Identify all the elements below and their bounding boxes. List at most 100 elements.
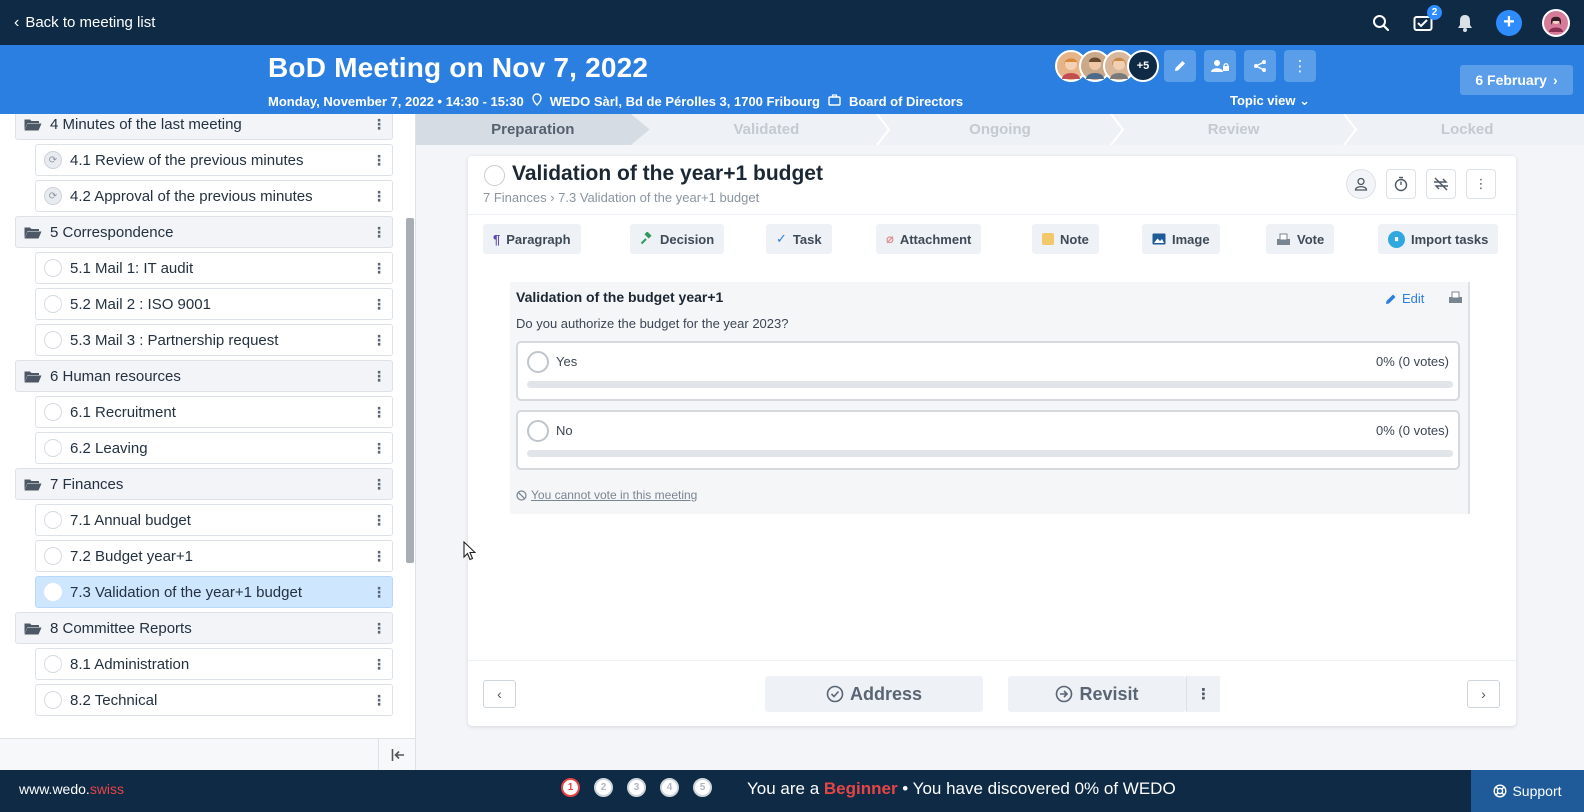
topic-status-checkbox[interactable] bbox=[44, 259, 62, 277]
row-more-icon[interactable]: ⋮ bbox=[366, 116, 392, 133]
vote-option-no[interactable]: No 0% (0 votes) bbox=[516, 410, 1460, 470]
vote-option-radio[interactable] bbox=[527, 420, 549, 442]
row-more-icon[interactable]: ⋮ bbox=[366, 476, 392, 493]
row-more-icon[interactable]: ⋮ bbox=[366, 440, 392, 457]
edit-vote-link[interactable]: Edit bbox=[1385, 291, 1424, 306]
add-note-button[interactable]: Note bbox=[1032, 224, 1099, 254]
row-more-icon[interactable]: ⋮ bbox=[366, 296, 392, 313]
bell-icon[interactable] bbox=[1454, 12, 1476, 34]
vote-option-yes[interactable]: Yes 0% (0 votes) bbox=[516, 341, 1460, 401]
row-more-icon[interactable]: ⋮ bbox=[366, 188, 392, 205]
sidebar-topic-item[interactable]: 8.1 Administration ⋮ bbox=[35, 648, 393, 680]
inbox-tasks-icon[interactable]: 2 bbox=[1412, 4, 1442, 34]
sync-status-icon[interactable]: ⟳ bbox=[44, 187, 62, 205]
sidebar-section[interactable]: 5 Correspondence ⋮ bbox=[15, 216, 393, 248]
address-button[interactable]: Address bbox=[765, 676, 983, 712]
next-topic-button[interactable]: › bbox=[1467, 680, 1500, 708]
sidebar-section[interactable]: 8 Committee Reports ⋮ bbox=[15, 612, 393, 644]
revisit-more-button[interactable]: ⋮ bbox=[1186, 676, 1220, 712]
onboarding-step[interactable]: 2 bbox=[594, 778, 613, 797]
topic-status-checkbox[interactable] bbox=[44, 439, 62, 457]
sidebar-section[interactable]: 6 Human resources ⋮ bbox=[15, 360, 393, 392]
sidebar-topic-item[interactable]: ⟳ 4.1 Review of the previous minutes ⋮ bbox=[35, 144, 393, 176]
sidebar-topic-item[interactable]: 8.2 Technical ⋮ bbox=[35, 684, 393, 716]
sidebar-topic-item[interactable]: 6.1 Recruitment ⋮ bbox=[35, 396, 393, 428]
next-meeting-button[interactable]: 6 February › bbox=[1460, 65, 1573, 95]
row-more-icon[interactable]: ⋮ bbox=[366, 332, 392, 349]
topic-status-checkbox[interactable] bbox=[44, 403, 62, 421]
sidebar-section[interactable]: 7 Finances ⋮ bbox=[15, 468, 393, 500]
sidebar-scrollbar[interactable] bbox=[406, 218, 414, 563]
user-avatar[interactable] bbox=[1542, 8, 1570, 37]
sync-status-icon[interactable]: ⟳ bbox=[44, 151, 62, 169]
row-more-icon[interactable]: ⋮ bbox=[366, 656, 392, 673]
more-attendees-counter[interactable]: +5 bbox=[1127, 50, 1159, 82]
row-more-icon[interactable]: ⋮ bbox=[366, 152, 392, 169]
row-more-icon[interactable]: ⋮ bbox=[366, 404, 392, 421]
sidebar-topic-item[interactable]: ⟳ 4.2 Approval of the previous minutes ⋮ bbox=[35, 180, 393, 212]
row-more-icon[interactable]: ⋮ bbox=[366, 548, 392, 565]
sidebar-topic-item[interactable]: 7.2 Budget year+1 ⋮ bbox=[35, 540, 393, 572]
topic-status-checkbox[interactable] bbox=[44, 691, 62, 709]
topic-more-button[interactable]: ⋮ bbox=[1466, 169, 1496, 199]
add-vote-button[interactable]: Vote bbox=[1266, 224, 1335, 254]
sidebar-topic-item[interactable]: 7.1 Annual budget ⋮ bbox=[35, 504, 393, 536]
meeting-more-button[interactable]: ⋮ bbox=[1284, 50, 1316, 82]
previous-topic-button[interactable]: ‹ bbox=[483, 680, 516, 708]
onboarding-step[interactable]: 4 bbox=[660, 778, 679, 797]
row-more-icon[interactable]: ⋮ bbox=[366, 224, 392, 241]
add-image-button[interactable]: Image bbox=[1142, 224, 1220, 254]
onboarding-step[interactable]: 3 bbox=[627, 778, 646, 797]
topic-view-dropdown[interactable]: Topic view ⌄ bbox=[1230, 93, 1310, 109]
sidebar-topic-item[interactable]: 5.2 Mail 2 : ISO 9001 ⋮ bbox=[35, 288, 393, 320]
row-more-icon[interactable]: ⋮ bbox=[366, 260, 392, 277]
vote-option-radio[interactable] bbox=[527, 351, 549, 373]
add-task-button[interactable]: ✓ Task bbox=[766, 224, 832, 254]
topic-status-checkbox[interactable] bbox=[44, 655, 62, 673]
topic-status-checkbox[interactable] bbox=[44, 547, 62, 565]
status-step-locked[interactable]: Locked bbox=[1350, 114, 1584, 145]
topic-done-checkbox[interactable] bbox=[484, 165, 505, 186]
sidebar-section[interactable]: 4 Minutes of the last meeting ⋮ bbox=[15, 114, 393, 140]
support-button[interactable]: Support bbox=[1471, 770, 1584, 812]
sticky-note-icon bbox=[1042, 233, 1054, 245]
revisit-button[interactable]: Revisit bbox=[1008, 676, 1186, 712]
topic-status-checkbox[interactable] bbox=[44, 583, 62, 601]
edit-meeting-button[interactable] bbox=[1164, 50, 1196, 82]
attendee-avatars[interactable]: +5 bbox=[1055, 50, 1159, 82]
add-decision-button[interactable]: Decision bbox=[630, 224, 725, 254]
add-attachment-button[interactable]: ⌀ Attachment bbox=[876, 224, 982, 254]
repeat-topic-button[interactable] bbox=[1426, 169, 1456, 199]
row-more-icon[interactable]: ⋮ bbox=[366, 692, 392, 709]
topic-status-checkbox[interactable] bbox=[44, 295, 62, 313]
sidebar-topic-item[interactable]: 6.2 Leaving ⋮ bbox=[35, 432, 393, 464]
timer-button[interactable] bbox=[1386, 169, 1416, 199]
row-more-icon[interactable]: ⋮ bbox=[366, 584, 392, 601]
onboarding-step[interactable]: 1 bbox=[561, 778, 580, 797]
row-more-icon[interactable]: ⋮ bbox=[366, 620, 392, 637]
sidebar-topic-item[interactable]: 7.3 Validation of the year+1 budget ⋮ bbox=[35, 576, 393, 608]
back-to-meeting-list-link[interactable]: ‹ Back to meeting list bbox=[14, 14, 155, 32]
search-icon[interactable] bbox=[1370, 12, 1392, 34]
status-step-review[interactable]: Review bbox=[1117, 114, 1358, 145]
row-more-icon[interactable]: ⋮ bbox=[366, 512, 392, 529]
sidebar-topic-item[interactable]: 5.1 Mail 1: IT audit ⋮ bbox=[35, 252, 393, 284]
status-step-preparation[interactable]: Preparation bbox=[416, 114, 650, 145]
collapse-sidebar-button[interactable] bbox=[378, 739, 415, 770]
topic-status-checkbox[interactable] bbox=[44, 331, 62, 349]
vote-restriction-text[interactable]: You cannot vote in this meeting bbox=[531, 488, 697, 502]
topic-status-checkbox[interactable] bbox=[44, 511, 62, 529]
share-button[interactable] bbox=[1244, 50, 1276, 82]
add-button[interactable]: + bbox=[1496, 9, 1522, 36]
breadcrumb-section[interactable]: 7 Finances bbox=[483, 190, 547, 205]
row-more-icon[interactable]: ⋮ bbox=[366, 368, 392, 385]
add-paragraph-button[interactable]: ¶ Paragraph bbox=[483, 224, 581, 254]
status-step-validated[interactable]: Validated bbox=[650, 114, 891, 145]
website-link[interactable]: www.wedo.swiss bbox=[19, 781, 124, 797]
onboarding-step[interactable]: 5 bbox=[693, 778, 712, 797]
status-step-ongoing[interactable]: Ongoing bbox=[883, 114, 1125, 145]
assign-presenter-button[interactable] bbox=[1346, 169, 1376, 199]
import-tasks-button[interactable]: ⏸ Import tasks bbox=[1378, 224, 1499, 254]
sidebar-topic-item[interactable]: 5.3 Mail 3 : Partnership request ⋮ bbox=[35, 324, 393, 356]
attendees-button[interactable] bbox=[1204, 50, 1236, 82]
